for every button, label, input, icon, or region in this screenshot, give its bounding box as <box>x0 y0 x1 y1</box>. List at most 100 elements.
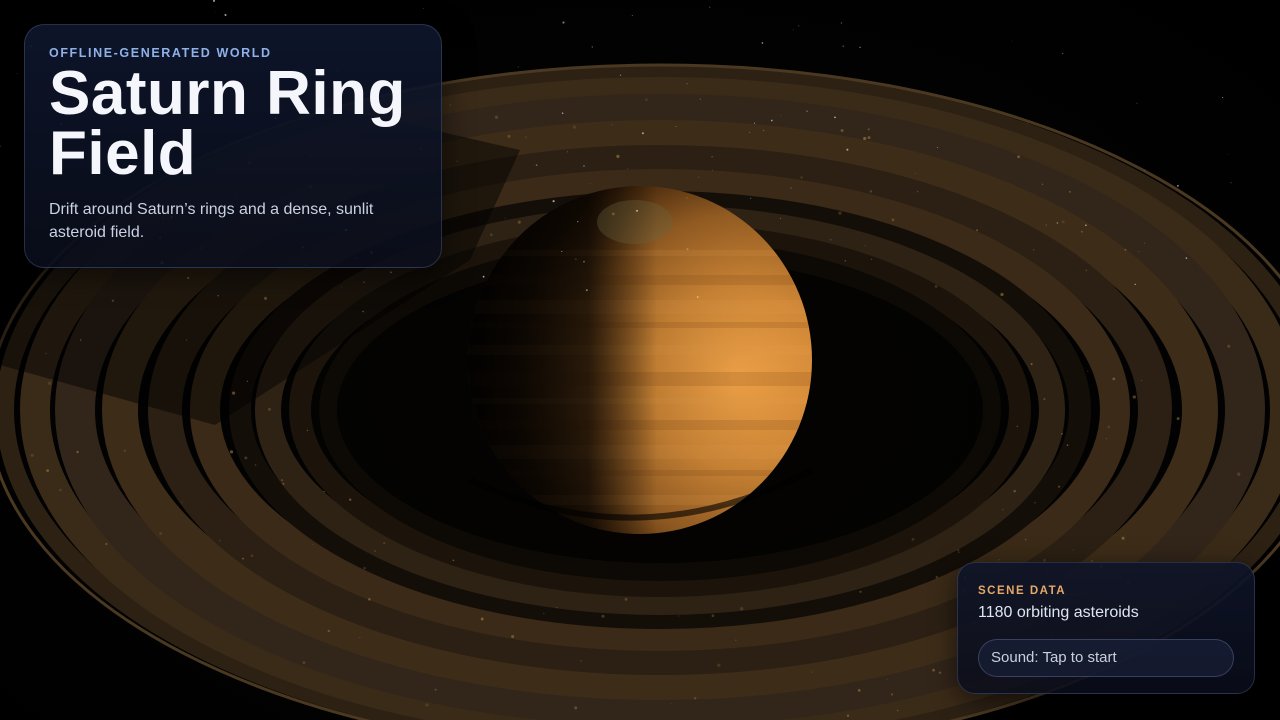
star <box>792 29 794 31</box>
star <box>842 45 845 48</box>
asteroid <box>45 352 47 355</box>
asteroid <box>1030 362 1033 366</box>
asteroid <box>857 689 861 692</box>
asteroid <box>543 612 545 614</box>
asteroid <box>678 615 680 617</box>
asteroid <box>1032 248 1035 251</box>
star <box>224 13 227 17</box>
star <box>770 119 773 122</box>
asteroid <box>976 229 979 232</box>
asteroid <box>670 702 672 705</box>
title-line-2: Field <box>49 119 197 188</box>
asteroid <box>507 134 511 139</box>
asteroid <box>349 498 352 501</box>
asteroid <box>425 703 429 707</box>
star <box>1185 257 1188 259</box>
star <box>675 126 677 127</box>
page-title: Saturn Ring Field <box>49 63 417 185</box>
star <box>591 46 593 48</box>
asteroid <box>218 539 221 542</box>
asteroid <box>897 709 899 712</box>
asteroid <box>1144 242 1146 244</box>
asteroid <box>494 115 499 119</box>
star <box>1134 283 1136 286</box>
star <box>859 46 861 49</box>
star <box>1144 170 1145 171</box>
asteroid <box>363 566 366 570</box>
star <box>844 260 846 262</box>
star <box>840 22 843 24</box>
asteroid <box>1176 417 1180 421</box>
asteroid <box>368 598 371 601</box>
star <box>627 167 629 169</box>
star <box>575 258 577 260</box>
asteroid <box>611 212 615 216</box>
asteroid <box>250 554 254 557</box>
asteroid <box>871 258 873 260</box>
asteroid <box>79 339 82 341</box>
star <box>806 110 808 112</box>
asteroid <box>76 450 79 454</box>
asteroid <box>838 211 842 215</box>
star <box>1136 102 1138 104</box>
star <box>562 21 565 24</box>
asteroid <box>1013 489 1016 493</box>
asteroid <box>957 549 960 552</box>
star <box>566 151 568 153</box>
star <box>16 73 18 74</box>
asteroid <box>934 285 938 288</box>
asteroid <box>434 688 437 691</box>
sound-toggle-button[interactable]: Sound: Tap to start <box>978 639 1234 677</box>
asteroid <box>1085 269 1088 272</box>
asteroid <box>1016 425 1019 428</box>
star <box>390 271 392 274</box>
star <box>709 6 711 8</box>
title-panel: OFFLINE-GENERATED WORLD Saturn Ring Fiel… <box>24 24 442 268</box>
star <box>780 114 782 116</box>
asteroid <box>229 450 234 454</box>
asteroid <box>1121 536 1125 540</box>
asteroid <box>890 693 894 696</box>
asteroid <box>246 380 249 382</box>
star <box>583 260 585 263</box>
scene-data-label: SCENE DATA <box>978 585 1067 597</box>
star <box>686 83 688 85</box>
asteroid <box>685 196 688 199</box>
asteroid <box>572 125 577 129</box>
star <box>711 169 713 171</box>
asteroid <box>1087 370 1089 372</box>
asteroid <box>1138 250 1140 253</box>
asteroid <box>327 629 330 633</box>
star <box>1230 182 1232 184</box>
asteroid <box>306 429 309 432</box>
asteroid <box>1112 377 1116 381</box>
star <box>213 0 215 2</box>
asteroid <box>911 537 915 541</box>
asteroid <box>886 678 888 680</box>
asteroid <box>1105 437 1108 440</box>
star <box>449 104 451 106</box>
asteroid <box>697 176 700 179</box>
asteroid <box>693 696 697 700</box>
asteroid <box>59 488 62 492</box>
star <box>611 124 613 125</box>
asteroid <box>374 550 377 552</box>
asteroid <box>1227 344 1231 348</box>
asteroid <box>159 532 163 535</box>
asteroid <box>244 456 248 460</box>
title-line-1: Saturn Ring <box>49 59 406 128</box>
star <box>753 122 756 124</box>
star <box>215 10 217 12</box>
asteroid <box>185 339 188 341</box>
asteroid <box>1017 155 1021 159</box>
star <box>585 289 588 292</box>
star <box>517 66 519 68</box>
star <box>535 164 538 166</box>
asteroid <box>1061 432 1063 435</box>
asteroid <box>181 501 183 503</box>
asteroid <box>282 482 285 485</box>
star <box>846 148 849 151</box>
asteroid <box>589 183 591 185</box>
asteroid <box>616 154 620 159</box>
asteroid <box>867 128 870 131</box>
